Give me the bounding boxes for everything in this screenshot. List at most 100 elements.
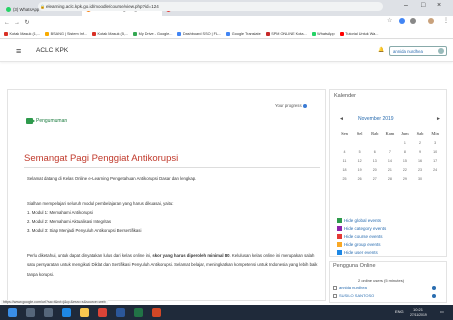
bookmark-item[interactable]: Tutorial Untuk Wa... (339, 31, 378, 36)
legend-category-events[interactable]: Hide category events (337, 226, 386, 231)
minimize-window-button[interactable]: – (404, 2, 408, 9)
bookmark-item[interactable]: SPM ONLINE Kota... (265, 31, 307, 36)
bookmark-item[interactable]: My Drive - Google... (133, 31, 172, 36)
weekday-label: Sen (341, 131, 348, 136)
maximize-window-button[interactable]: □ (421, 2, 425, 9)
tab-title: (3) WhatsApp (13, 7, 40, 12)
user-checkbox[interactable] (333, 285, 337, 290)
profile-avatar-icon[interactable] (428, 18, 434, 24)
forward-arrow-icon[interactable]: → (12, 20, 22, 26)
bookmark-item[interactable]: Google Translate (226, 31, 261, 36)
calendar-day[interactable]: 2 (412, 139, 427, 148)
calendar-day[interactable]: 5 (352, 148, 367, 157)
calendar-month[interactable]: November 2019 (358, 116, 394, 122)
bookmark-favicon-icon (226, 31, 231, 36)
calendar-day[interactable]: 4 (337, 148, 352, 157)
calendar-day[interactable]: 14 (382, 157, 397, 166)
word-app-icon[interactable] (116, 308, 125, 317)
search-icon[interactable] (26, 308, 35, 317)
legend-global-events[interactable]: Hide global events (337, 218, 381, 223)
info-icon[interactable] (302, 103, 307, 108)
excel-app-icon[interactable] (134, 308, 143, 317)
bookmark-item[interactable]: WhatsApp (311, 31, 335, 36)
bookmark-item[interactable]: Kotak Masuk (5,... (92, 31, 128, 36)
calendar-day[interactable]: 19 (352, 166, 367, 175)
notification-center-icon[interactable]: ▭ (440, 309, 444, 314)
online-user-item[interactable]: annida nurdhea (333, 285, 367, 290)
bookmark-item[interactable]: Kotak Masuk (1,... (4, 31, 40, 36)
calendar-event-icon (337, 242, 342, 247)
weekday-label: Rab (371, 131, 379, 136)
calendar-week-row: 11 12 13 14 15 16 17 (337, 157, 443, 166)
calendar-day[interactable]: 20 (367, 166, 382, 175)
calendar-day[interactable]: 22 (397, 166, 412, 175)
calendar-day[interactable]: 6 (367, 148, 382, 157)
message-icon[interactable] (432, 286, 436, 290)
calendar-day[interactable]: 18 (337, 166, 352, 175)
browser-menu-icon[interactable]: ⋮ (443, 17, 449, 24)
announcements-link[interactable]: Pengumuman (26, 118, 67, 124)
calendar-day[interactable]: 29 (397, 175, 412, 184)
powerpoint-app-icon[interactable] (152, 308, 161, 317)
bookmark-item[interactable]: Dashboard SSO | FL... (177, 31, 221, 36)
system-tray-date[interactable]: 27/11/2019 (410, 313, 427, 317)
bookmark-item[interactable]: BSANG | Sistem Inf... (45, 31, 87, 36)
calendar-day[interactable]: 30 (412, 175, 427, 184)
calendar-day[interactable]: 9 (412, 148, 427, 157)
back-arrow-icon[interactable]: ← (2, 20, 12, 26)
edge-app-icon[interactable] (62, 308, 71, 317)
calendar-day[interactable]: 28 (382, 175, 397, 184)
calendar-day[interactable]: 12 (352, 157, 367, 166)
hamburger-menu-icon[interactable]: ≡ (16, 46, 21, 56)
calendar-next-button[interactable]: ► (436, 116, 441, 122)
calendar-day[interactable]: 3 (428, 139, 443, 148)
avatar (438, 48, 444, 54)
message-icon[interactable] (432, 294, 436, 298)
calendar-day[interactable]: 21 (382, 166, 397, 175)
calendar-day[interactable]: 25 (337, 175, 352, 184)
online-users-count: 2 online users (5 minutes) (358, 278, 405, 283)
calendar-day[interactable]: 27 (367, 175, 382, 184)
calendar-day[interactable]: 10 (428, 148, 443, 157)
calendar-day[interactable]: 15 (397, 157, 412, 166)
calendar-day[interactable]: 26 (352, 175, 367, 184)
user-checkbox[interactable] (333, 293, 337, 298)
address-url: elearning.aclc.kpk.go.id/moodle/course/v… (46, 4, 159, 9)
windows-start-icon[interactable] (8, 308, 17, 317)
legend-group-events[interactable]: Hide group events (337, 242, 381, 247)
calendar-day (428, 175, 443, 184)
chrome-app-icon[interactable] (98, 308, 107, 317)
calendar-day[interactable]: 24 (428, 166, 443, 175)
calendar-title: Kalender (334, 93, 357, 99)
calendar-day[interactable]: 1 (397, 139, 412, 148)
modules-intro: Sialhan mempelajari seluruh modul pembel… (27, 201, 174, 206)
calendar-day[interactable]: 16 (412, 157, 427, 166)
calendar-day[interactable]: 13 (367, 157, 382, 166)
browser-toolbar: ← → ↻ (0, 16, 453, 29)
task-view-icon[interactable] (44, 308, 53, 317)
reload-icon[interactable]: ↻ (22, 19, 32, 26)
legend-user-events[interactable]: Hide user events (337, 250, 378, 255)
bookmark-favicon-icon (4, 31, 8, 36)
bookmark-star-icon[interactable]: ☆ (387, 17, 392, 24)
address-bar-input[interactable]: 🔒 elearning.aclc.kpk.go.id/moodle/course… (38, 2, 383, 11)
online-user-item[interactable]: SUSILO SANTOSO (333, 293, 374, 298)
user-menu[interactable]: annida nurdhea (389, 46, 447, 56)
file-explorer-icon[interactable] (80, 308, 89, 317)
extension-icon[interactable] (410, 18, 416, 24)
site-brand[interactable]: ACLC KPK (36, 47, 68, 54)
notification-bell-icon[interactable]: 🔔 (378, 47, 384, 53)
calendar-day[interactable]: 17 (428, 157, 443, 166)
close-window-button[interactable]: × (437, 2, 441, 9)
calendar-day[interactable]: 11 (337, 157, 352, 166)
system-tray-language[interactable]: ENG (395, 309, 404, 314)
calendar-day[interactable]: 7 (382, 148, 397, 157)
calendar-prev-button[interactable]: ◄ (339, 116, 344, 122)
calendar-day[interactable]: 23 (412, 166, 427, 175)
user-name: annida nurdhea (393, 49, 423, 54)
calendar-day[interactable]: 8 (397, 148, 412, 157)
bookmark-favicon-icon (311, 31, 316, 36)
legend-course-events[interactable]: Hide course events (337, 234, 383, 239)
extension-icon[interactable] (399, 18, 405, 24)
system-tray-time[interactable]: 10:21 (413, 307, 423, 312)
